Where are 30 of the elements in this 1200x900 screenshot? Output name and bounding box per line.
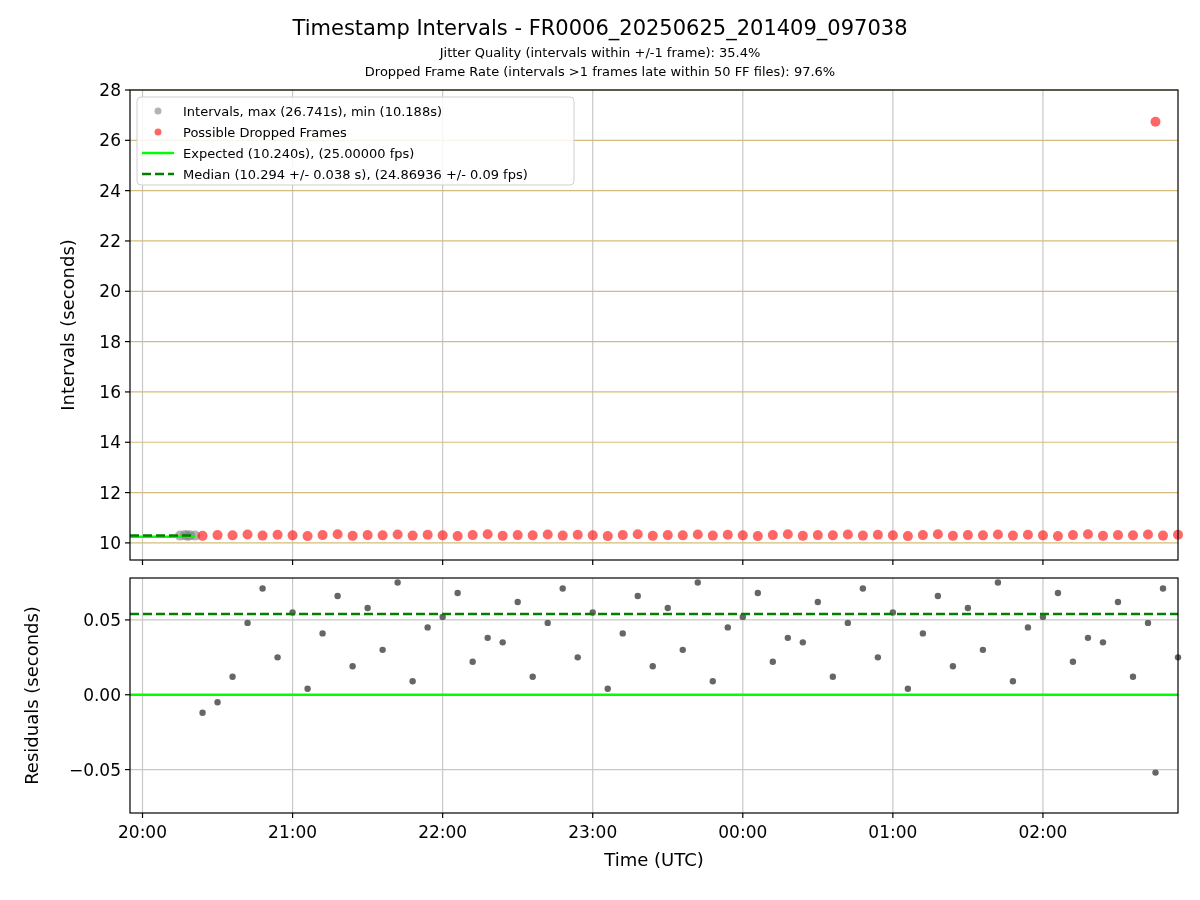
- x-tick-label: 00:00: [718, 822, 768, 842]
- x-tick-label: 23:00: [568, 822, 618, 842]
- figure-subtitle: Dropped Frame Rate (intervals >1 frames late within 50 FF files): 97.6%: [364, 64, 836, 80]
- y-tick-label: 0.05: [83, 609, 121, 630]
- x-tick-label: 22:00: [418, 822, 468, 842]
- figure-title: Timestamp Intervals - FR0006_20250625_201409_097038: [292, 15, 908, 42]
- y-tick-label: 14: [99, 432, 121, 453]
- legend-label: Median (10.294 +/- 0.038 s), (24.86936 +/- 0.09 fps): [183, 167, 528, 182]
- x-axis-label: Time (UTC): [604, 849, 704, 870]
- y-tick-label: 0.00: [83, 684, 121, 705]
- y-tick-label: −0.05: [68, 759, 121, 780]
- y-tick-label: 26: [99, 130, 121, 151]
- x-tick-label: 20:00: [118, 822, 167, 842]
- y-tick-label: 24: [99, 180, 121, 201]
- y-tick-label: 22: [99, 230, 121, 251]
- x-tick-label: 21:00: [268, 822, 318, 842]
- y-axis-label: Intervals (seconds): [57, 239, 78, 411]
- y-tick-label: 20: [99, 281, 121, 302]
- figure-subtitle: Jitter Quality (intervals within +/-1 frame): 35.4%: [439, 45, 761, 61]
- x-tick-label: 01:00: [868, 822, 918, 842]
- legend-label: Possible Dropped Frames: [183, 125, 347, 140]
- y-tick-label: 12: [99, 482, 121, 503]
- legend-label: Expected (10.240s), (25.00000 fps): [183, 146, 415, 161]
- y-tick-label: 16: [99, 381, 121, 402]
- y-tick-label: 28: [99, 80, 121, 100]
- y-tick-label: 10: [99, 532, 121, 553]
- legend-label: Intervals, max (26.741s), min (10.188s): [183, 104, 442, 119]
- y-axis-label: Residuals (seconds): [21, 606, 42, 785]
- x-tick-label: 02:00: [1018, 822, 1068, 842]
- y-tick-label: 18: [99, 331, 121, 352]
